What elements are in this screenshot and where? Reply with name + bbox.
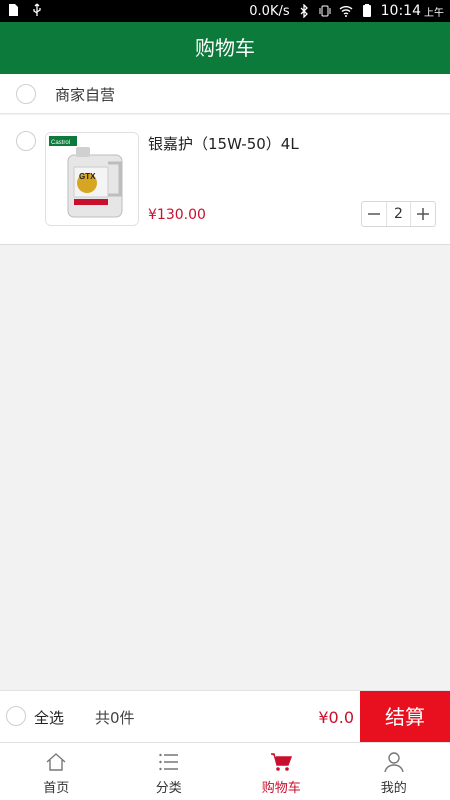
clock-ampm: 上午	[424, 7, 444, 19]
battery-icon	[362, 4, 371, 17]
usb-icon	[33, 3, 41, 16]
svg-text:GTX: GTX	[79, 172, 96, 181]
settle-button[interactable]: 结算	[360, 691, 450, 743]
sim-card-icon	[9, 4, 18, 16]
vibrate-icon	[319, 5, 331, 17]
decrease-button[interactable]	[362, 202, 386, 226]
product-name[interactable]: 银嘉护（15W-50）4L	[148, 133, 299, 154]
store-name: 商家自营	[55, 86, 116, 104]
store-select-radio[interactable]	[16, 84, 36, 104]
status-bar: 0.0K/s 10:14 上午	[0, 0, 450, 22]
increase-button[interactable]	[411, 202, 435, 226]
cart-item: Castrol GTX 银嘉护（15W-50）4L ¥130.00 2	[0, 115, 450, 245]
tab-category[interactable]: 分类	[113, 743, 226, 800]
cart-icon	[271, 753, 293, 771]
minus-icon	[368, 213, 380, 215]
user-icon	[384, 752, 404, 773]
quantity-stepper: 2	[361, 201, 436, 227]
item-select-radio[interactable]	[16, 131, 36, 151]
network-speed: 0.0K/s	[249, 3, 290, 19]
wifi-icon	[339, 6, 353, 17]
item-count: 共0件	[95, 709, 135, 727]
bluetooth-icon	[300, 4, 308, 18]
plus-icon	[417, 208, 429, 220]
tab-bar: 首页 分类 购物车 我的	[0, 742, 450, 800]
oil-bottle-icon: Castrol GTX	[46, 133, 138, 225]
tab-category-label: 分类	[155, 781, 182, 796]
svg-text:Castrol: Castrol	[51, 140, 70, 146]
select-all-label[interactable]: 全选	[34, 707, 64, 728]
clock: 10:14	[380, 3, 421, 19]
tab-cart[interactable]: 购物车	[225, 743, 338, 800]
home-icon	[46, 753, 66, 771]
list-icon	[159, 753, 178, 771]
total-price: ¥0.0	[318, 708, 354, 727]
tab-profile[interactable]: 我的	[338, 743, 450, 800]
product-image[interactable]: Castrol GTX	[45, 132, 139, 226]
tab-home-label: 首页	[43, 781, 70, 796]
tab-profile-label: 我的	[380, 781, 407, 796]
tab-home[interactable]: 首页	[0, 743, 113, 800]
checkout-bar: 全选 共0件 ¥0.0 结算	[0, 690, 450, 743]
store-row: 商家自营	[0, 74, 450, 114]
quantity-value[interactable]: 2	[386, 202, 411, 226]
product-price: ¥130.00	[148, 207, 206, 223]
tab-cart-label: 购物车	[261, 781, 301, 796]
select-all-radio[interactable]	[6, 706, 26, 726]
page-title: 购物车	[0, 22, 450, 74]
